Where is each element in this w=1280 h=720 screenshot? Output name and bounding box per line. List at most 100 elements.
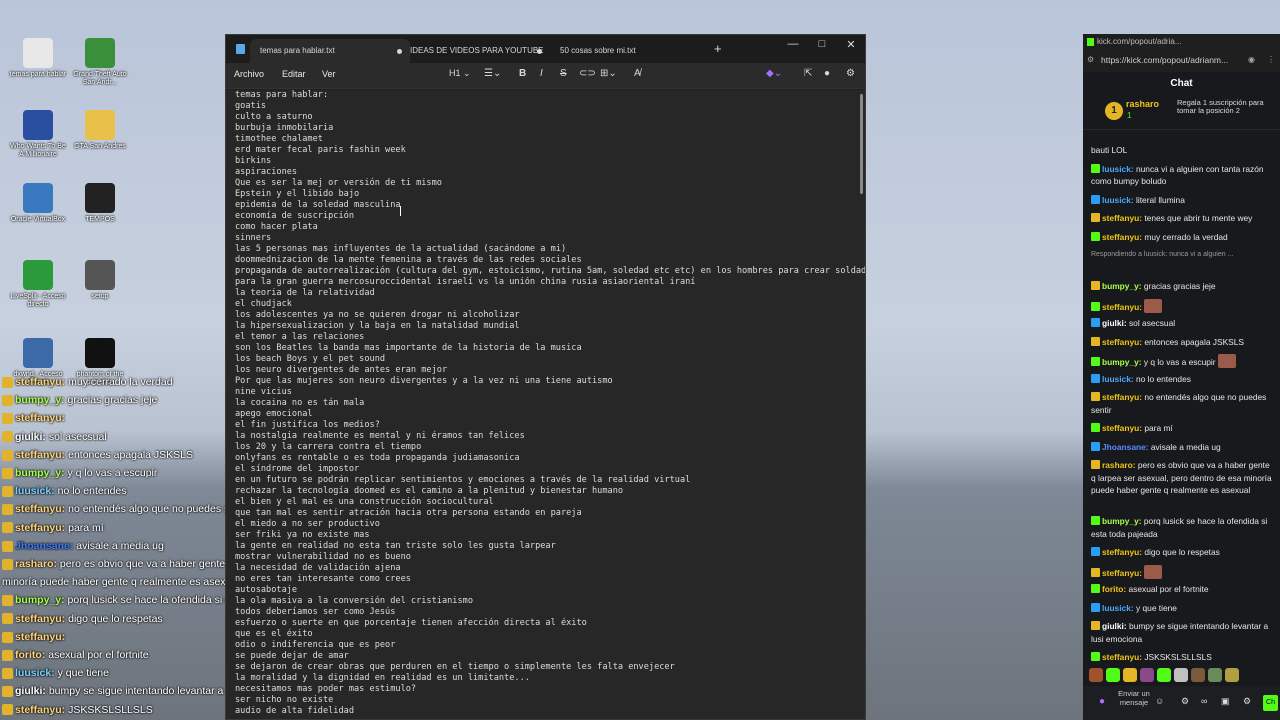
overlay-chat-line: steffanyu: JSKSKSLSLLSLS	[2, 704, 153, 716]
settings-icon[interactable]: ⚙	[1181, 696, 1189, 707]
close-icon[interactable]: ✕	[836, 38, 866, 51]
desktop-icon[interactable]: GTA San Andres	[70, 110, 130, 151]
site-info-icon[interactable]: ⚙	[1087, 55, 1094, 64]
chat-username[interactable]: luusick:	[1102, 164, 1134, 174]
emote-picker-icon[interactable]: ☺	[1155, 696, 1164, 706]
list-icon[interactable]: ☰⌄	[484, 68, 501, 79]
menu-archivo[interactable]: Archivo	[234, 69, 264, 79]
italic-icon[interactable]: I	[540, 68, 543, 79]
more-menu-icon[interactable]: ⋮	[1267, 55, 1275, 64]
copilot-icon[interactable]: ◆⌄	[766, 68, 782, 79]
tab-ideas-de-videos[interactable]: IDEAS DE VIDEOS PARA YOUTUBE	[400, 39, 550, 63]
send-chat-button[interactable]: Ch	[1263, 695, 1278, 711]
emote-icon[interactable]	[1140, 668, 1154, 682]
chat-username[interactable]: steffanyu:	[1102, 232, 1142, 242]
chat-username[interactable]: steffanyu:	[1102, 423, 1142, 433]
clear-format-icon[interactable]: A̸	[634, 68, 641, 79]
desktop-icon[interactable]: setup	[70, 260, 130, 301]
share-icon[interactable]: ⇱	[804, 68, 812, 79]
chat-message: bumpy_y: y q lo vas a escupir	[1091, 354, 1273, 369]
window-title: kick.com/popout/adria...	[1097, 37, 1182, 46]
link-icon[interactable]: ∞	[1201, 696, 1207, 706]
overlay-username: steffanyu:	[15, 612, 66, 625]
desktop-icon[interactable]: temas para hablar	[8, 38, 68, 79]
badge-icon	[1091, 423, 1100, 432]
chat-username[interactable]: giulki:	[1102, 621, 1127, 631]
chat-username[interactable]: steffanyu:	[1102, 392, 1142, 402]
chat-text: literal llumina	[1133, 194, 1185, 205]
scrollbar[interactable]	[860, 94, 863, 194]
new-tab-plus-icon[interactable]: +	[714, 41, 722, 56]
gift-icon[interactable]: ▣	[1221, 696, 1230, 707]
overlay-message: minoría puede haber gente q realmente es…	[2, 576, 240, 589]
emote-icon[interactable]	[1174, 668, 1188, 682]
chat-username[interactable]: bumpy_y:	[1102, 357, 1142, 367]
menu-bar: Archivo Editar Ver H1 ⌄ ☰⌄ B I S ⊂⊃ ⊞⌄ A…	[226, 63, 865, 89]
badge-icon	[1091, 301, 1100, 311]
account-icon[interactable]: ●	[824, 68, 830, 79]
chat-username[interactable]: bumpy_y:	[1102, 516, 1142, 526]
emote-icon[interactable]	[1208, 668, 1222, 682]
chat-message: forito: asexual por el fortnite	[1091, 583, 1273, 596]
desktop-icon[interactable]: TEMPOS	[70, 183, 130, 224]
stream-chat-overlay: steffanyu: muy cerrado la verdad bumpy_y:…	[0, 374, 417, 720]
strikethrough-icon[interactable]: S	[560, 68, 567, 79]
tab-50-cosas[interactable]: 50 cosas sobre mi.txt	[550, 39, 700, 63]
overlay-chat-line: Jhoansane: avisale a media ug	[2, 540, 164, 552]
chat-username[interactable]: steffanyu:	[1102, 652, 1142, 662]
bold-icon[interactable]: B	[519, 68, 526, 79]
overlay-chat-line: bumpy_y: y q lo vas a escupir	[2, 467, 157, 479]
chat-username[interactable]: luusick:	[1102, 374, 1134, 384]
desktop-icon[interactable]: Who Wants To Be A Millionaire	[8, 110, 68, 159]
chat-message: bumpy_y: gracias gracias jeje	[1091, 280, 1273, 293]
extension-icon[interactable]: ◉	[1248, 55, 1255, 64]
chat-username[interactable]: steffanyu:	[1102, 302, 1142, 312]
emote-icon[interactable]	[1106, 668, 1120, 682]
overlay-username: bumpy_y:	[15, 594, 65, 607]
chat-username[interactable]: forito:	[1102, 584, 1126, 594]
chat-message-input[interactable]: Enviar un mensaje	[1117, 689, 1151, 707]
chat-username[interactable]: bumpy_y:	[1102, 281, 1142, 291]
emote-icon[interactable]	[1157, 668, 1171, 682]
gear-icon[interactable]: ⚙	[1243, 696, 1251, 707]
heading-dropdown[interactable]: H1 ⌄	[449, 68, 471, 79]
chat-username[interactable]: steffanyu:	[1102, 547, 1142, 557]
url-field[interactable]: https://kick.com/popout/adrianm...	[1099, 53, 1244, 69]
chat-username[interactable]: luusick:	[1102, 603, 1134, 613]
sub-badge-icon	[2, 667, 13, 679]
settings-gear-icon[interactable]: ⚙	[846, 68, 855, 79]
minimize-icon[interactable]: —	[778, 38, 808, 50]
chat-text: sol asecsual	[1126, 318, 1176, 328]
chat-username[interactable]: luusick:	[1102, 195, 1134, 205]
text-editor[interactable]: temas para hablar: goatis culto a saturn…	[226, 90, 865, 719]
chat-username[interactable]: rasharo:	[1102, 460, 1136, 470]
chat-message: rasharo: pero es obvio que va a haber ge…	[1091, 459, 1273, 497]
desktop-icon[interactable]: LiveSplit - Acceso directo	[8, 260, 68, 309]
document-text: temas para hablar: goatis culto a saturn…	[235, 90, 865, 716]
overlay-chat-line: luusick: no lo entendes	[2, 485, 127, 497]
emote-icon[interactable]	[1191, 668, 1205, 682]
emote-icon[interactable]	[1089, 668, 1103, 682]
link-icon[interactable]: ⊂⊃	[579, 68, 596, 79]
table-icon[interactable]: ⊞⌄	[600, 68, 617, 79]
chat-text: bauti LOL	[1091, 145, 1128, 155]
tab-temas-para-hablar[interactable]: temas para hablar.txt	[250, 39, 410, 63]
mic-icon[interactable]: ●	[1099, 696, 1105, 707]
badge-icon	[1091, 373, 1100, 383]
maximize-icon[interactable]: □	[807, 38, 837, 50]
desktop-icon-label: Grand Theft Auto San Andr...	[73, 71, 127, 86]
kick-logo-icon	[1087, 38, 1094, 46]
desktop-icon[interactable]: Oracle VirtualBox	[8, 183, 68, 224]
emote-icon[interactable]	[1225, 668, 1239, 682]
menu-ver[interactable]: Ver	[322, 69, 336, 79]
chat-messages[interactable]: bauti LOL luusick: nunca vi a alguien con…	[1083, 144, 1280, 664]
desktop-icon[interactable]: Grand Theft Auto San Andr...	[70, 38, 130, 87]
emote-icon[interactable]	[1123, 668, 1137, 682]
chat-username[interactable]: steffanyu:	[1102, 213, 1142, 223]
chat-username[interactable]: steffanyu:	[1102, 337, 1142, 347]
menu-editar[interactable]: Editar	[282, 69, 306, 79]
chat-username[interactable]: steffanyu:	[1102, 568, 1142, 578]
chat-username[interactable]: Jhoansane:	[1102, 442, 1149, 452]
chat-username[interactable]: giulki:	[1102, 318, 1127, 328]
sub-badge-icon	[2, 394, 13, 406]
